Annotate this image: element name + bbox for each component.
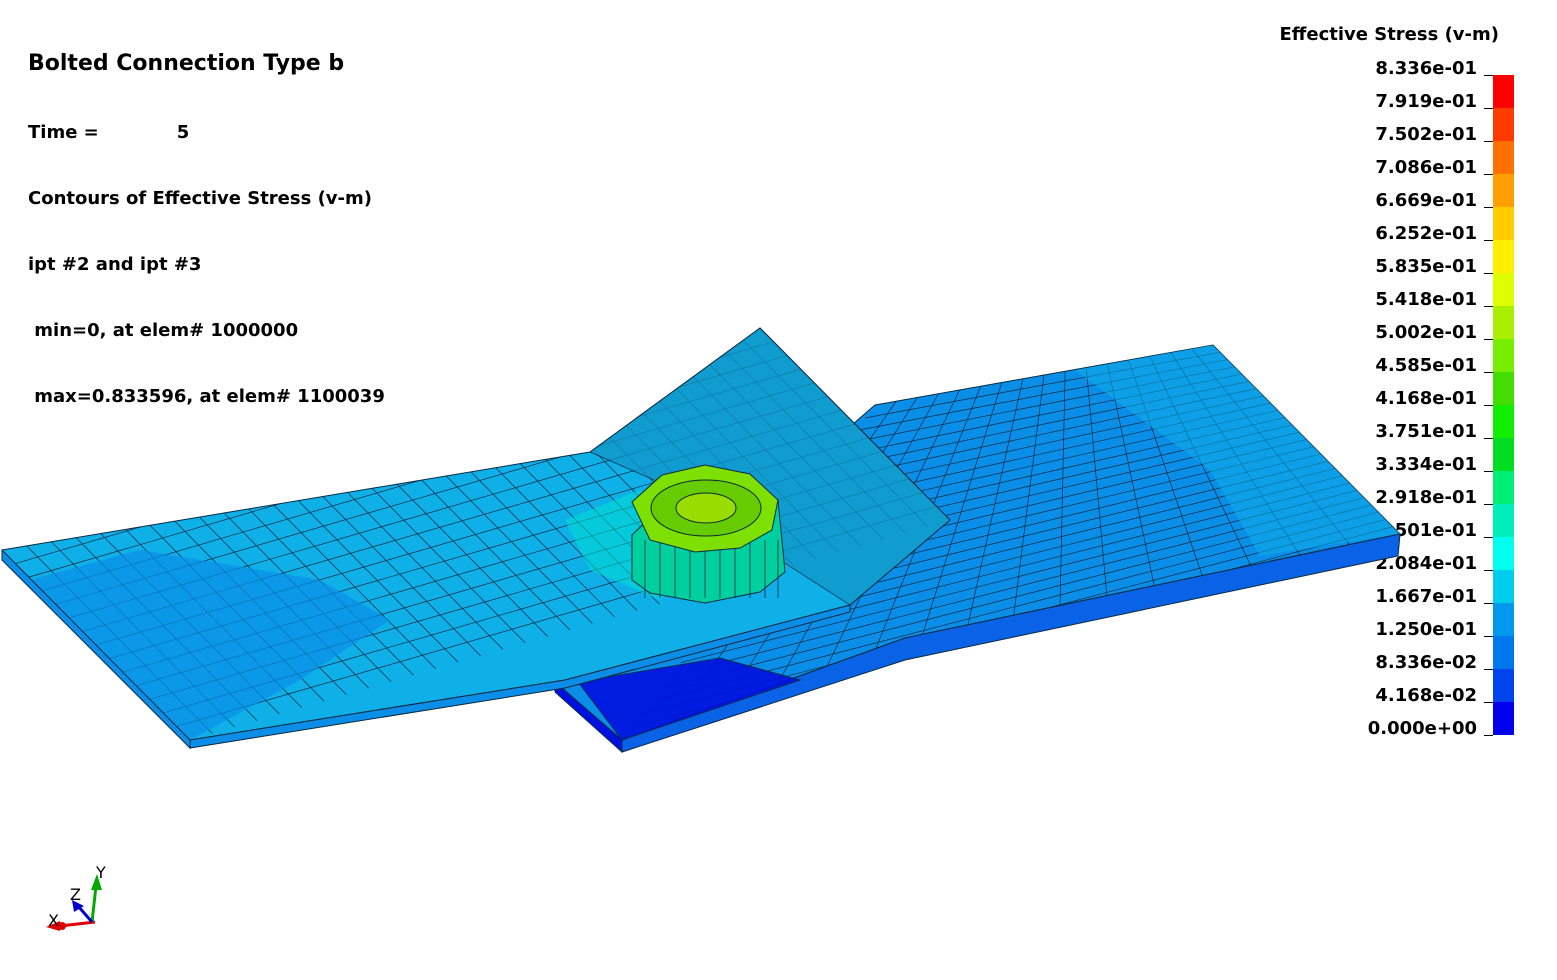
- y-axis-label: Y: [95, 863, 106, 882]
- triad-origin: [58, 922, 66, 930]
- x-axis-label: X: [48, 911, 59, 930]
- z-axis-label: Z: [70, 885, 81, 904]
- z-axis-line: [76, 905, 94, 923]
- bolt-head-core: [675, 492, 737, 524]
- fe-model-view[interactable]: [0, 0, 1557, 980]
- bolt-head: [631, 464, 786, 604]
- y-axis-line: [90, 885, 98, 923]
- axis-triad: X Y Z: [46, 863, 106, 931]
